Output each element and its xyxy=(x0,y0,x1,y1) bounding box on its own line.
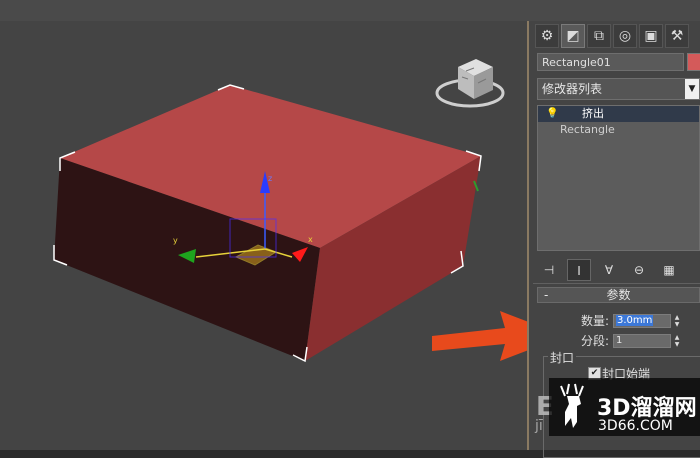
pin-stack-icon[interactable]: ⊣ xyxy=(537,259,561,281)
stack-item-extrude[interactable]: 💡 挤出 xyxy=(538,106,699,122)
motion-tab-icon[interactable]: ◎ xyxy=(613,24,637,48)
object-color-swatch[interactable] xyxy=(687,53,700,71)
display-tab-icon[interactable]: ▣ xyxy=(639,24,663,48)
create-tab-icon[interactable]: ⚙ xyxy=(535,24,559,48)
modifier-list-label: 修改器列表 xyxy=(542,82,603,96)
modify-tab-icon[interactable]: ◩ xyxy=(561,24,585,48)
segments-label: 分段: xyxy=(580,334,609,348)
title-bar xyxy=(0,0,700,22)
hierarchy-tab-icon[interactable]: ⧉ xyxy=(587,24,611,48)
deer-logo-icon xyxy=(560,383,584,428)
watermark-url: 3D66.COM xyxy=(598,418,673,434)
show-end-result-icon[interactable]: I xyxy=(567,259,591,281)
viewcube[interactable] xyxy=(435,59,505,108)
y-axis-label: y xyxy=(173,236,178,245)
segments-spinner[interactable]: ▲ ▼ xyxy=(672,334,682,348)
parameters-rollout-header[interactable]: 参数 - xyxy=(537,287,700,303)
stack-item-label: 挤出 xyxy=(582,107,604,120)
modifier-stack: 💡 挤出 Rectangle xyxy=(537,105,700,251)
amount-field[interactable]: 3.0mm xyxy=(613,314,671,328)
amount-value: 3.0mm xyxy=(616,315,654,326)
perspective-viewport[interactable]: z y x xyxy=(0,21,527,450)
divider xyxy=(533,283,700,284)
amount-label: 数量: xyxy=(580,314,609,328)
object-name-field[interactable]: Rectangle01 xyxy=(537,53,684,71)
x-axis-label: x xyxy=(308,235,313,244)
lightbulb-icon[interactable]: 💡 xyxy=(546,106,558,122)
z-axis-label: z xyxy=(268,174,272,183)
command-panel-tabs: ⚙ ◩ ⧉ ◎ ▣ ⚒ xyxy=(535,24,689,48)
chevron-down-icon[interactable]: ▼ xyxy=(685,79,699,99)
stack-item-label: Rectangle xyxy=(560,123,615,136)
modifier-list-dropdown[interactable]: 修改器列表 ▼ xyxy=(537,78,700,100)
configure-sets-icon[interactable]: ▦ xyxy=(657,259,681,281)
segments-field[interactable]: 1 xyxy=(613,334,671,348)
parameters-title: 参数 xyxy=(606,288,631,302)
stack-toolbar: ⊣ I ∀ ⊖ ▦ xyxy=(537,259,681,281)
annotation-arrow xyxy=(432,311,527,361)
make-unique-icon[interactable]: ∀ xyxy=(597,259,621,281)
collapse-icon[interactable]: - xyxy=(544,288,548,302)
scene-canvas: z y x xyxy=(53,59,527,363)
amount-spinner[interactable]: ▲ ▼ xyxy=(672,314,682,328)
utilities-tab-icon[interactable]: ⚒ xyxy=(665,24,689,48)
cap-group-title: 封口 xyxy=(548,349,577,366)
stack-item-rectangle[interactable]: Rectangle xyxy=(538,122,699,138)
remove-modifier-icon[interactable]: ⊖ xyxy=(627,259,651,281)
watermark-partial-text-2: jī xyxy=(535,418,543,434)
